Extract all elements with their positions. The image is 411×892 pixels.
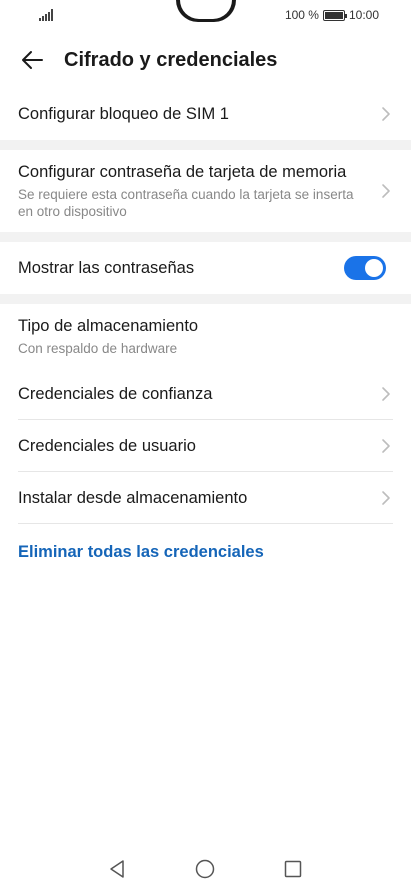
list-item-title: Configurar contraseña de tarjeta de memo…	[18, 163, 347, 181]
section-separator	[0, 294, 411, 304]
camera-notch	[176, 0, 236, 26]
list-item-title: Configurar bloqueo de SIM 1	[18, 104, 229, 123]
signal-icon	[39, 9, 55, 21]
section-sim: Configurar bloqueo de SIM 1	[0, 88, 411, 140]
list-item-clear-credentials[interactable]: Eliminar todas las credenciales	[0, 524, 411, 580]
battery-percent: 100 %	[284, 8, 319, 22]
battery-icon	[322, 9, 347, 21]
triangle-back-icon[interactable]	[106, 858, 128, 880]
section-memory-card: Configurar contraseña de tarjeta de memo…	[0, 150, 411, 232]
section-separator	[0, 232, 411, 242]
chevron-right-icon	[382, 491, 390, 505]
list-item-sd-password[interactable]: Configurar contraseña de tarjeta de memo…	[0, 150, 411, 232]
clock: 10:00	[348, 8, 379, 22]
list-item-show-passwords[interactable]: Mostrar las contraseñas	[0, 242, 411, 294]
system-nav-bar	[0, 850, 411, 890]
section-credentials: Tipo de almacenamiento Con respaldo de h…	[0, 304, 411, 588]
list-item-sim-lock[interactable]: Configurar bloqueo de SIM 1	[0, 88, 411, 140]
page-title: Cifrado y credenciales	[64, 48, 278, 71]
chevron-right-icon	[382, 184, 390, 198]
section-show-passwords: Mostrar las contraseñas	[0, 242, 411, 294]
list-item-subtitle: Con respaldo de hardware	[18, 340, 178, 356]
toggle-knob	[365, 259, 383, 277]
section-separator	[0, 140, 411, 150]
back-button[interactable]	[0, 32, 64, 88]
list-item-trusted-credentials[interactable]: Credenciales de confianza	[0, 368, 411, 420]
chevron-right-icon	[382, 439, 390, 453]
circle-home-icon[interactable]	[194, 858, 216, 880]
list-item-title: Tipo de almacenamiento	[18, 316, 199, 335]
square-recents-icon[interactable]	[282, 858, 304, 880]
chevron-right-icon	[382, 387, 390, 401]
list-item-install-from-storage[interactable]: Instalar desde almacenamiento	[0, 472, 411, 524]
chevron-right-icon	[382, 107, 390, 121]
clear-credentials-link: Eliminar todas las credenciales	[18, 542, 264, 561]
app-bar: Cifrado y credenciales	[0, 32, 411, 88]
list-item-storage-type[interactable]: Tipo de almacenamiento Con respaldo de h…	[0, 304, 411, 368]
list-item-title: Mostrar las contraseñas	[18, 258, 195, 277]
list-item-title: Credenciales de confianza	[18, 384, 213, 403]
list-item-user-credentials[interactable]: Credenciales de usuario	[0, 420, 411, 472]
list-item-subtitle: Se requiere esta contraseña cuando la ta…	[18, 187, 354, 219]
list-item-title: Credenciales de usuario	[18, 436, 196, 455]
status-bar: 100 % 10:00	[0, 0, 411, 32]
arrow-left-icon	[22, 51, 43, 69]
show-passwords-toggle[interactable]	[344, 256, 386, 280]
list-item-title: Instalar desde almacenamiento	[18, 488, 248, 507]
